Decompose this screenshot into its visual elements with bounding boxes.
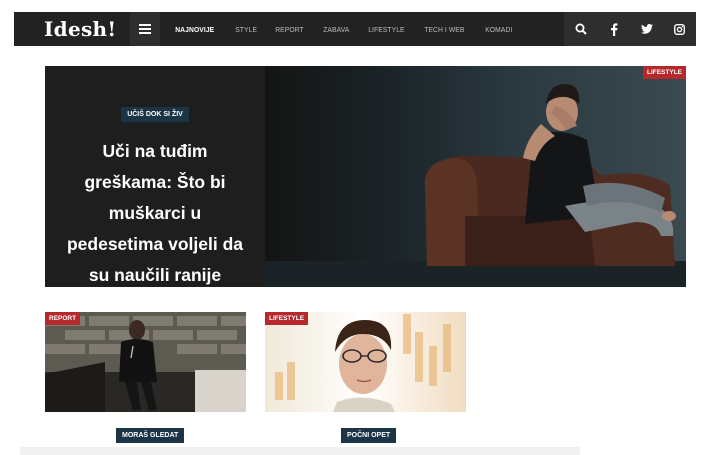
hero-text-panel: UČIŠ DOK SI ŽIV Uči na tuđim greškama: Š…	[45, 66, 265, 287]
nav-menu: NAJNOVIJE STYLE REPORT ZABAVA LIFESTYLE …	[160, 12, 524, 46]
bottom-scroll-edge	[20, 447, 580, 455]
hero-image[interactable]: LIFESTYLE	[265, 66, 686, 287]
hero-title-line: su naučili ranije	[88, 265, 222, 285]
category-badge[interactable]: REPORT	[45, 312, 81, 325]
hamburger-icon	[139, 24, 152, 34]
site-logo[interactable]: Idesh!	[14, 12, 130, 46]
hero-title-line: greškama: Što bi	[84, 172, 226, 192]
facebook-icon	[610, 22, 617, 36]
top-navbar: Idesh! NAJNOVIJE STYLE REPORT ZABAVA LIF…	[14, 12, 696, 46]
card-image[interactable]: LIFESTYLE	[265, 312, 466, 412]
card-image[interactable]: REPORT	[45, 312, 246, 412]
hero-photo-man-on-sofa	[265, 84, 686, 287]
search-icon	[575, 23, 587, 35]
card-label[interactable]: POČNI OPET	[341, 428, 397, 443]
hero-title[interactable]: Uči na tuđim greškama: Što bi muškarci u…	[45, 136, 265, 287]
nav-item-komadi[interactable]: KOMADI	[478, 25, 520, 34]
search-button[interactable]	[564, 12, 597, 46]
article-card[interactable]: REPORT MORAŠ GLEDAT	[45, 312, 246, 447]
hero-title-line: Uči na tuđim	[102, 141, 208, 161]
instagram-icon	[674, 23, 685, 35]
card-photo-performer	[45, 312, 246, 412]
twitter-button[interactable]	[630, 12, 663, 46]
facebook-button[interactable]	[597, 12, 630, 46]
nav-item-lifestyle[interactable]: LIFESTYLE	[361, 25, 412, 34]
card-label[interactable]: MORAŠ GLEDAT	[116, 428, 185, 443]
twitter-icon	[640, 24, 653, 34]
nav-item-style[interactable]: STYLE	[228, 25, 264, 34]
card-photo-young-man-glasses	[265, 312, 466, 412]
nav-item-report[interactable]: REPORT	[268, 25, 311, 34]
nav-icons	[564, 12, 696, 46]
article-card[interactable]: LIFESTYLE POČNI OPET	[265, 312, 466, 447]
instagram-button[interactable]	[663, 12, 696, 46]
nav-item-tech-i-web[interactable]: TECH I WEB	[417, 25, 472, 34]
category-badge[interactable]: LIFESTYLE	[265, 312, 309, 325]
menu-button[interactable]	[130, 12, 161, 46]
hero-title-line: pedesetima voljeli da	[66, 234, 244, 254]
hero-article[interactable]: UČIŠ DOK SI ŽIV Uči na tuđim greškama: Š…	[45, 66, 686, 287]
nav-item-najnovije[interactable]: NAJNOVIJE	[168, 25, 221, 34]
hero-title-line: muškarci u	[108, 203, 202, 223]
hero-kicker[interactable]: UČIŠ DOK SI ŽIV	[121, 107, 189, 122]
category-badge[interactable]: LIFESTYLE	[642, 66, 686, 79]
nav-item-zabava[interactable]: ZABAVA	[316, 25, 357, 34]
